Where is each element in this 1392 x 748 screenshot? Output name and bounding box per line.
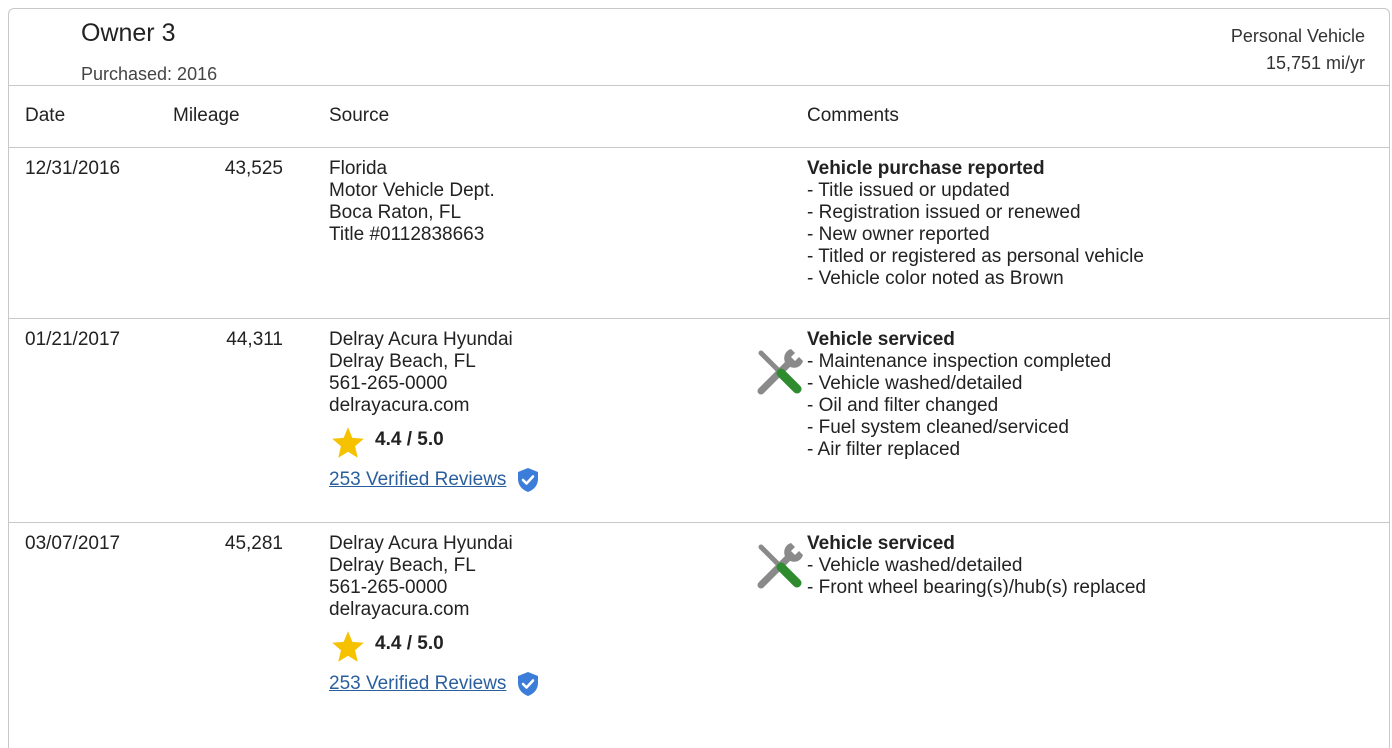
verified-shield-icon xyxy=(517,672,538,696)
row-comments: Vehicle serviced - Maintenance inspectio… xyxy=(807,329,1111,461)
dealer-rating: 4.4 / 5.0 xyxy=(329,423,540,459)
owner-summary: Personal Vehicle 15,751 mi/yr xyxy=(1231,23,1365,77)
comment-item: - Front wheel bearing(s)/hub(s) replaced xyxy=(807,577,1146,598)
comment-item: - Title issued or updated xyxy=(807,180,1010,201)
row-date: 01/21/2017 xyxy=(25,329,121,350)
source-line: delrayacura.com xyxy=(329,395,470,416)
rating-value: 4.4 / 5.0 xyxy=(375,429,444,450)
comment-item: - Titled or registered as personal vehic… xyxy=(807,246,1144,267)
row-source: Florida Motor Vehicle Dept. Boca Raton, … xyxy=(329,158,495,246)
column-header-date: Date xyxy=(25,105,66,126)
header-divider xyxy=(9,147,1389,148)
dealer-rating: 4.4 / 5.0 xyxy=(329,627,540,663)
wrench-screwdriver-icon xyxy=(757,543,803,589)
column-header-mileage: Mileage xyxy=(173,105,240,126)
source-line: Florida xyxy=(329,158,388,179)
row-mileage: 45,281 xyxy=(224,533,283,554)
comment-item: - Vehicle color noted as Brown xyxy=(807,268,1064,289)
owner-purchased-year: Purchased: 2016 xyxy=(81,64,218,84)
comment-item: - Registration issued or renewed xyxy=(807,202,1081,223)
column-header-comments: Comments xyxy=(807,105,899,126)
row-comments: Vehicle serviced - Vehicle washed/detail… xyxy=(807,533,1146,599)
row-divider xyxy=(9,318,1389,319)
column-header-source: Source xyxy=(329,105,390,126)
verified-reviews-link[interactable]: 253 Verified Reviews xyxy=(329,469,506,490)
comment-item: - Air filter replaced xyxy=(807,439,961,460)
source-line: Motor Vehicle Dept. xyxy=(329,180,495,201)
row-source: Delray Acura Hyundai Delray Beach, FL 56… xyxy=(329,533,540,697)
star-icon xyxy=(332,427,364,458)
reviews-row: 253 Verified Reviews xyxy=(329,671,540,697)
comment-item: - Maintenance inspection completed xyxy=(807,351,1112,372)
row-source: Delray Acura Hyundai Delray Beach, FL 56… xyxy=(329,329,540,493)
row-date: 03/07/2017 xyxy=(25,533,121,554)
comment-item: - Fuel system cleaned/serviced xyxy=(807,417,1069,438)
owner-header: Owner 3 Purchased: 2016 Personal Vehicle… xyxy=(9,9,1389,86)
row-mileage: 44,311 xyxy=(226,329,283,350)
row-divider xyxy=(9,522,1389,523)
comment-title: Vehicle purchase reported xyxy=(807,158,1045,179)
comment-item: - New owner reported xyxy=(807,224,990,245)
comment-item: - Oil and filter changed xyxy=(807,395,999,416)
comment-title: Vehicle serviced xyxy=(807,329,955,350)
verified-shield-icon xyxy=(517,468,538,492)
source-line: Delray Acura Hyundai xyxy=(329,329,513,350)
owner-history-card: Owner 3 Purchased: 2016 Personal Vehicle… xyxy=(8,8,1390,748)
source-line: Delray Acura Hyundai xyxy=(329,533,513,554)
source-line: 561-265-0000 xyxy=(329,577,448,598)
comment-item: - Vehicle washed/detailed xyxy=(807,555,1023,576)
source-line: delrayacura.com xyxy=(329,599,470,620)
comment-title: Vehicle serviced xyxy=(807,533,955,554)
source-line: Delray Beach, FL xyxy=(329,555,476,576)
owner-title: Owner 3 xyxy=(81,19,176,47)
source-line: Boca Raton, FL xyxy=(329,202,462,223)
reviews-row: 253 Verified Reviews xyxy=(329,467,540,493)
wrench-screwdriver-icon xyxy=(757,349,803,395)
rating-value: 4.4 / 5.0 xyxy=(375,633,444,654)
miles-per-year: 15,751 mi/yr xyxy=(1265,53,1365,73)
row-date: 12/31/2016 xyxy=(25,158,121,179)
source-line: 561-265-0000 xyxy=(329,373,448,394)
verified-reviews-link[interactable]: 253 Verified Reviews xyxy=(329,673,506,694)
vehicle-type: Personal Vehicle xyxy=(1230,26,1365,46)
source-line: Title #0112838663 xyxy=(329,224,485,245)
star-icon xyxy=(332,631,364,662)
row-comments: Vehicle purchase reported - Title issued… xyxy=(807,158,1144,290)
comment-item: - Vehicle washed/detailed xyxy=(807,373,1023,394)
row-mileage: 43,525 xyxy=(224,158,283,179)
source-line: Delray Beach, FL xyxy=(329,351,476,372)
